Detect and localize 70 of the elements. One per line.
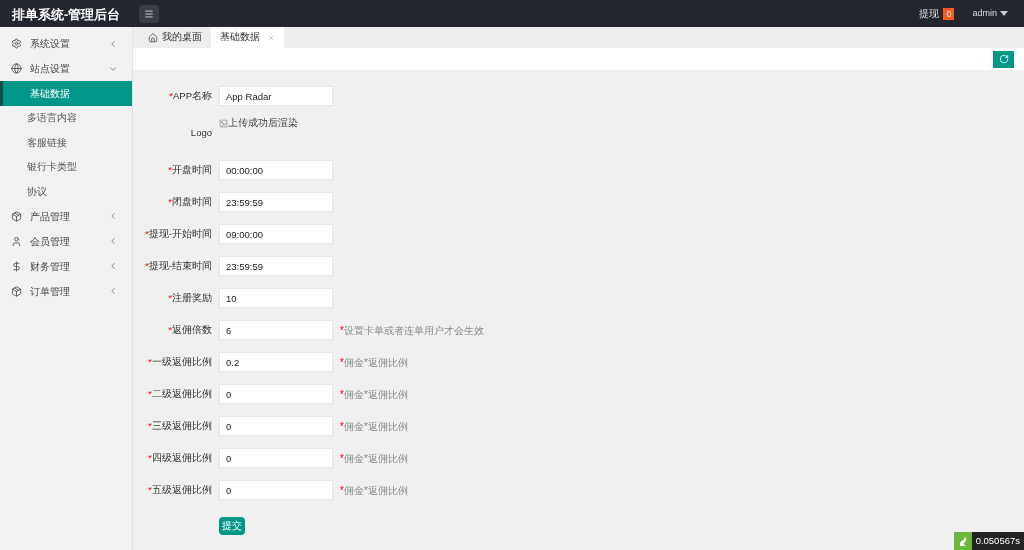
menu-toggle-button[interactable] — [139, 4, 159, 23]
field-hint: *佣金*返佣比例 — [340, 387, 408, 402]
menu-icon — [144, 8, 154, 19]
home-icon — [148, 32, 158, 43]
field-label: *APP名称 — [169, 89, 212, 101]
field-label: *提现-结束时间 — [145, 259, 212, 271]
sidebar-item[interactable]: 订单管理 — [0, 278, 132, 304]
image-alt-text: 上传成功后渲染 — [228, 116, 298, 130]
page-load-time: 0.050567s — [971, 532, 1024, 550]
chevron-left-icon — [108, 236, 118, 246]
box-icon — [11, 285, 22, 297]
refresh-button[interactable] — [993, 50, 1014, 68]
input-field[interactable]: 0 — [219, 448, 333, 468]
chevron-left-icon — [108, 286, 118, 296]
sidebar-subitem[interactable]: 多语言内容 — [0, 105, 132, 130]
field-label: Logo — [190, 126, 212, 138]
dollar-icon — [11, 260, 22, 272]
withdraw-link[interactable]: 提现 — [919, 6, 940, 21]
sidebar-item[interactable]: 会员管理 — [0, 228, 132, 254]
field-label: *四级返佣比例 — [148, 451, 212, 463]
sidebar-subitem[interactable]: 协议 — [0, 179, 132, 204]
field-hint: *设置卡单或者连单用户才会生效 — [340, 323, 484, 338]
chevron-left-icon — [108, 211, 118, 221]
user-icon — [11, 235, 22, 247]
field-hint: *佣金*返佣比例 — [340, 451, 408, 466]
chevron-left-icon — [108, 261, 118, 271]
field-label: *注册奖励 — [168, 291, 212, 303]
field-label: *五级返佣比例 — [148, 483, 212, 495]
refresh-icon — [998, 54, 1009, 64]
input-field[interactable]: 23:59:59 — [219, 256, 333, 276]
sidebar-item[interactable]: 系统设置 — [0, 31, 132, 56]
input-field[interactable]: 0 — [219, 384, 333, 404]
box-icon — [11, 210, 22, 222]
input-field[interactable]: 23:59:59 — [219, 192, 333, 212]
field-label: *提现-开始时间 — [145, 227, 212, 239]
field-label: *闭盘时间 — [168, 195, 212, 207]
count-badge: 0 — [943, 7, 955, 20]
field-hint: *佣金*返佣比例 — [340, 419, 408, 434]
field-label: *二级返佣比例 — [148, 387, 212, 399]
sidebar-item[interactable]: 产品管理 — [0, 203, 132, 229]
field-label: *返佣倍数 — [168, 323, 212, 335]
sidebar-subitem[interactable]: 基础数据 — [0, 81, 132, 106]
user-menu[interactable]: admin — [972, 6, 1008, 21]
globe-icon — [11, 63, 22, 74]
input-field[interactable]: 09:00:00 — [219, 224, 333, 244]
app-title: 排单系统-管理后台 — [12, 6, 121, 22]
tab[interactable]: 我的桌面 — [139, 27, 211, 48]
chevron-left-icon — [108, 38, 118, 49]
sidebar-item[interactable]: 财务管理 — [0, 253, 132, 279]
sidebar-subitem[interactable]: 银行卡类型 — [0, 154, 132, 179]
broken-image-icon — [219, 118, 228, 128]
debug-badge[interactable]: 0.050567s — [953, 532, 1024, 550]
sidebar-subitem[interactable]: 客服链接 — [0, 130, 132, 155]
flame-icon — [957, 535, 968, 547]
field-label: *三级返佣比例 — [148, 419, 212, 431]
field-hint: *佣金*返佣比例 — [340, 483, 408, 498]
input-field[interactable]: 00:00:00 — [219, 160, 333, 180]
input-field[interactable]: 0.2 — [219, 352, 333, 372]
input-field[interactable]: 0 — [219, 416, 333, 436]
input-field[interactable]: 10 — [219, 288, 333, 308]
input-field[interactable]: 0 — [219, 480, 333, 500]
field-label: *一级返佣比例 — [148, 355, 212, 367]
sidebar-item[interactable]: 站点设置 — [0, 56, 132, 81]
tab[interactable]: 基础数据 — [211, 27, 284, 48]
field-hint: *佣金*返佣比例 — [340, 355, 408, 370]
submit-button[interactable]: 提交 — [219, 517, 245, 536]
gear-icon — [11, 38, 22, 49]
field-label: *开盘时间 — [168, 163, 212, 175]
input-field[interactable]: App Radar — [219, 86, 333, 106]
input-field[interactable]: 6 — [219, 320, 333, 340]
